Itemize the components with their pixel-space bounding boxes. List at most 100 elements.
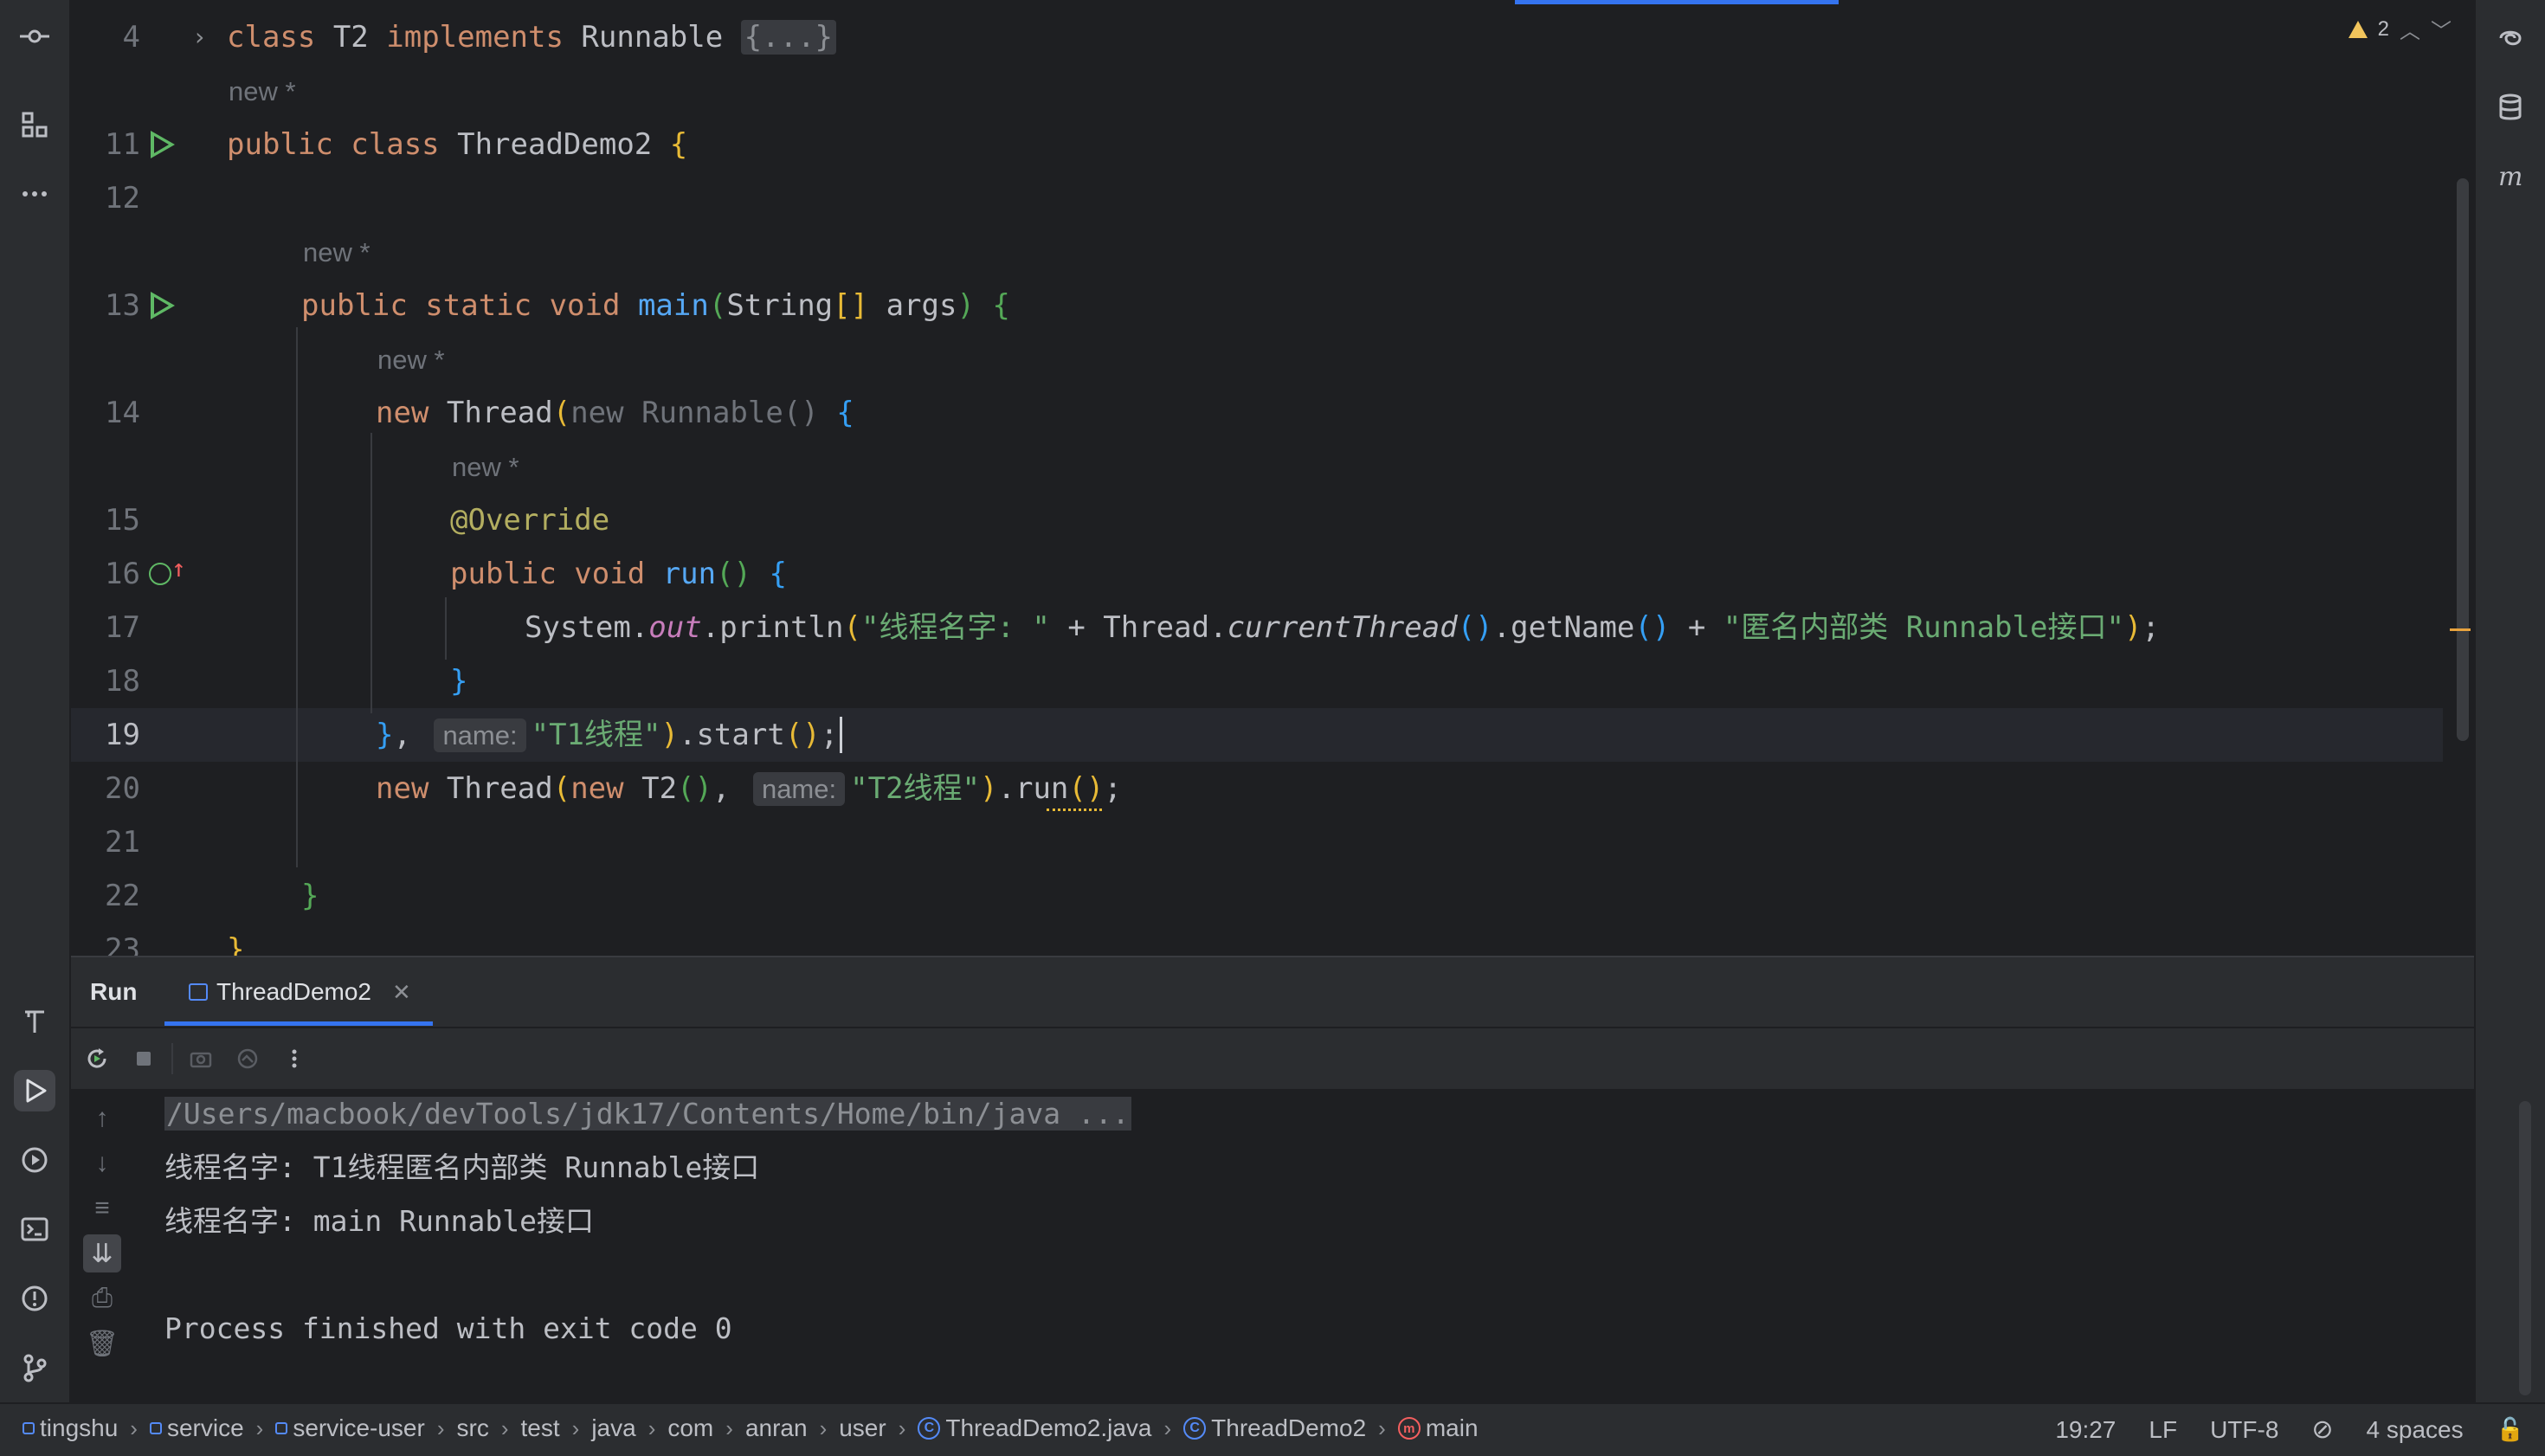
structure-icon[interactable] [14,104,55,145]
console-scrollbar[interactable] [2519,1101,2531,1395]
override-arrow-icon: ↑ [171,554,186,583]
parameter-hint: name: [752,772,846,806]
breadcrumb-item[interactable]: service-user [275,1414,425,1442]
breadcrumb-item[interactable]: com [667,1414,713,1442]
author-inlay-hint[interactable]: new * [452,452,519,483]
console-output[interactable]: /Users/macbook/devTools/jdk17/Contents/H… [164,1089,2432,1404]
code-token: () [1068,771,1105,806]
code-editor[interactable]: 2 ︿ ﹀ 4 class T2 implements Runnable {...… [71,0,2474,956]
breadcrumb-item[interactable]: m main [1397,1414,1479,1442]
run-tool-icon[interactable] [14,1070,55,1111]
breadcrumb-item[interactable]: user [839,1414,886,1442]
code-line[interactable]: 12 [71,171,2443,225]
code-token: () [1634,610,1671,645]
code-line[interactable]: 16 public void run() {↑ [71,547,2443,601]
code-line[interactable]: 14 new Thread(new Runnable() { [71,386,2443,440]
commit-icon[interactable] [14,16,55,57]
author-inlay-hint[interactable]: new * [377,345,445,376]
breadcrumb-item[interactable]: service [149,1414,244,1442]
clear-all-icon[interactable]: 🗑 [83,1324,121,1363]
breadcrumb-item[interactable]: java [591,1414,635,1442]
breadcrumb-label: src [456,1414,489,1441]
line-ending[interactable]: LF [2149,1416,2177,1444]
problems-icon[interactable] [14,1278,55,1319]
code-line[interactable]: 20 new Thread(new T2(), name: "T2线程").run(… [71,762,2443,815]
code-token: out [648,610,702,645]
author-inlay-hint[interactable]: new * [229,76,296,107]
code-token: ( [552,771,571,806]
code-line[interactable]: 22} [71,869,2443,923]
text-caret [840,717,842,753]
fold-chevron-icon[interactable]: › [192,10,207,64]
arrow-down-icon[interactable]: ↓ [83,1144,121,1182]
code-token: ; [820,718,839,752]
stop-icon[interactable] [125,1040,163,1078]
indent-setting[interactable]: 4 spaces [2367,1416,2464,1444]
camera-icon[interactable] [182,1040,220,1078]
soft-wrap-icon[interactable]: ≡ [83,1189,121,1227]
code-token: new Runnable() [570,396,837,430]
services-icon[interactable] [14,1139,55,1181]
line-number: 23 [105,932,140,956]
breadcrumb-separator-icon: › [436,1414,445,1441]
inspection-off-icon[interactable]: ⊘ [2311,1414,2333,1445]
run-gutter-icon[interactable] [151,292,175,319]
lock-icon[interactable]: 🔓 [2497,1416,2524,1443]
terminal-icon[interactable] [14,1208,55,1250]
code-token: @Override [450,503,610,538]
file-encoding[interactable]: UTF-8 [2210,1416,2278,1444]
editor-scrollbar[interactable] [2457,178,2469,741]
code-line[interactable]: 21 [71,815,2443,869]
breadcrumb-item[interactable]: C ThreadDemo2.java [918,1414,1152,1442]
breadcrumb-item[interactable]: src [457,1414,489,1442]
code-token: } [227,932,245,956]
breadcrumb-separator-icon: › [898,1414,906,1441]
rerun-icon[interactable] [78,1040,116,1078]
folded-region[interactable]: {...} [740,20,837,55]
code-line[interactable]: 13 public static void main(String[] args)… [71,279,2443,332]
code-line[interactable]: 18} [71,654,2443,708]
breadcrumb-label: service [166,1414,244,1441]
test-tube-icon[interactable] [14,1001,55,1042]
indent-guide [370,433,372,713]
implements-gutter-icon[interactable] [149,563,171,585]
breadcrumb-label: java [591,1414,636,1441]
code-token: System. [525,610,649,645]
code-line[interactable]: 11 public class ThreadDemo2 { [71,118,2443,171]
breadcrumb-item[interactable]: C ThreadDemo2 [1183,1414,1366,1442]
coverage-icon[interactable] [229,1040,267,1078]
console-text[interactable]: /Users/macbook/devTools/jdk17/Contents/H… [164,1097,1131,1131]
progress-indicator [1515,0,1839,4]
code-text: new Thread(new T2(), name: "T2线程").run(); [376,762,1122,816]
database-icon[interactable] [2490,87,2531,128]
tab-threaddemo2[interactable]: ThreadDemo2 ✕ [189,978,411,1006]
code-line[interactable]: 17 System.out.println("线程名字: " + Thread.c… [71,601,2443,654]
run-toolbar [71,1028,2474,1089]
breadcrumb-item[interactable]: anran [745,1414,808,1442]
git-branch-icon[interactable] [14,1347,55,1388]
line-number: 4 [122,20,140,55]
code-token: () [1457,610,1493,645]
arrow-up-icon[interactable]: ↑ [83,1099,121,1137]
line-number: 16 [105,557,140,591]
code-line[interactable]: 4 class T2 implements Runnable {...} › [71,10,2443,64]
caret-position[interactable]: 19:27 [2055,1416,2116,1444]
breadcrumb-item[interactable]: test [521,1414,560,1442]
warning-marker[interactable] [2450,628,2471,631]
close-icon[interactable]: ✕ [392,979,411,1006]
scroll-to-end-icon[interactable]: ⇊ [83,1234,121,1272]
code-line[interactable]: 23} [71,923,2443,956]
more-tools-icon[interactable] [14,173,55,215]
ai-assistant-icon[interactable] [2490,17,2531,59]
maven-icon[interactable]: m [2490,156,2531,197]
author-inlay-hint[interactable]: new * [303,237,370,268]
code-token: Thread [446,396,553,430]
print-icon[interactable]: ⎙ [83,1279,121,1317]
code-line[interactable]: 19}, name: "T1线程").start(); [71,708,2443,762]
code-line[interactable]: 15 @Override [71,493,2443,547]
more-options-icon[interactable] [275,1040,313,1078]
breadcrumb-item[interactable]: tingshu [23,1414,118,1442]
run-gutter-icon[interactable] [151,131,175,158]
